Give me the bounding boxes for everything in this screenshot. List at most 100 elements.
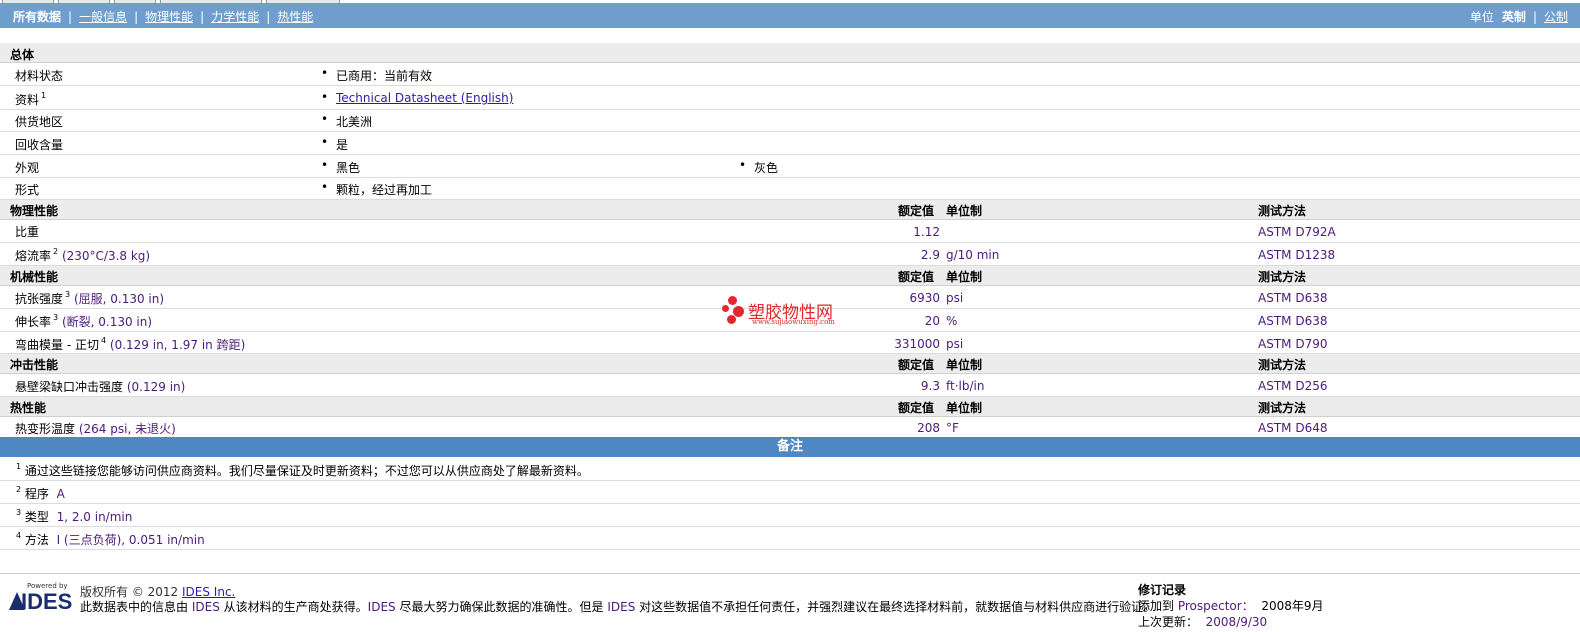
property-label: 比重 — [15, 225, 40, 239]
nav-bar: 所有数据 | 一般信息 | 物理性能 | 力学性能 | 热性能 单位 英制 | 公制 — [0, 3, 1580, 28]
property-value: 20 — [924, 314, 940, 328]
note-text: 4 方法 I (三点负荷), 0.051 in/min — [16, 531, 205, 547]
property-unit: % — [946, 314, 958, 328]
company-link[interactable]: IDES Inc. — [182, 585, 235, 599]
section-header-impact: 冲击性能 额定值 单位制 测试方法 — [0, 354, 1580, 374]
property-value: 1.12 — [913, 225, 940, 239]
footer: Powered by IDES 版权所有 © 2012 IDES Inc. 此数… — [0, 573, 1580, 632]
property-label: 熔流率 2 (230°C/3.8 kg) — [15, 247, 151, 263]
tab-physical[interactable]: 物理性能 — [145, 10, 193, 24]
property-value: 6930 — [909, 291, 940, 305]
section-title: 机械性能 — [10, 270, 59, 284]
row-label: 外观 — [15, 161, 40, 175]
bullet: • — [321, 135, 329, 149]
column-nominal: 额定值 — [898, 401, 935, 415]
tab-separator: | — [266, 10, 271, 24]
section-title: 物理性能 — [10, 204, 59, 218]
section-tabs: 所有数据 | 一般信息 | 物理性能 | 力学性能 | 热性能 — [13, 8, 313, 25]
footnote-ref: 3 — [53, 313, 59, 322]
property-label: 悬壁梁缺口冲击强度 (0.129 in) — [15, 380, 186, 394]
bullet: • — [321, 90, 329, 104]
note-text: 1 通过这些链接您能够访问供应商资料。我们尽量保证及时更新资料；不过您可以从供应… — [16, 462, 589, 478]
general-row: 资料 1 • Technical Datasheet (English) — [0, 86, 1580, 110]
column-method: 测试方法 — [1258, 204, 1307, 218]
column-nominal: 额定值 — [898, 204, 935, 218]
general-row: 回收含量 • 是 — [0, 132, 1580, 155]
note-text: 3 类型 1, 2.0 in/min — [16, 508, 133, 524]
watermark-dots-icon — [722, 296, 744, 326]
tab-all-data[interactable]: 所有数据 — [13, 10, 61, 24]
property-unit: psi — [946, 291, 964, 305]
property-row: 熔流率 2 (230°C/3.8 kg) 2.9 g/10 min ASTM D1… — [0, 243, 1580, 266]
property-row: 热变形温度 (264 psi, 未退火) 208 °F ASTM D648 — [0, 417, 1580, 438]
note-text: 2 程序 A — [16, 485, 65, 501]
column-unit: 单位制 — [946, 358, 983, 372]
column-unit: 单位制 — [946, 401, 983, 415]
property-row: 悬壁梁缺口冲击强度 (0.129 in) 9.3 ft·lb/in ASTM D… — [0, 374, 1580, 397]
row-value: 灰色 — [754, 161, 779, 175]
tab-separator: | — [68, 10, 73, 24]
test-method: ASTM D790 — [1258, 337, 1328, 351]
bullet: • — [321, 180, 329, 194]
bullet: • — [739, 158, 747, 172]
test-method: ASTM D1238 — [1258, 248, 1336, 262]
general-row: 形式 • 颗粒，经过再加工 — [0, 178, 1580, 200]
row-value: 北美洲 — [336, 115, 373, 129]
general-row: 供货地区 • 北美洲 — [0, 110, 1580, 132]
property-unit: psi — [946, 337, 964, 351]
property-label: 伸长率 3 (断裂, 0.130 in) — [15, 313, 153, 329]
bullet: • — [321, 66, 329, 80]
notes-header: 备注 — [0, 437, 1580, 457]
column-nominal: 额定值 — [898, 270, 935, 284]
footnote-ref: 3 — [65, 290, 71, 299]
property-row: 比重 1.12 ASTM D792A — [0, 220, 1580, 243]
row-value: 黑色 — [336, 161, 361, 175]
property-value: 208 — [917, 421, 940, 435]
property-unit: g/10 min — [946, 248, 1000, 262]
row-value: 是 — [336, 138, 349, 152]
row-label: 供货地区 — [15, 115, 64, 129]
note-row: 2 程序 A — [0, 481, 1580, 504]
test-method: ASTM D648 — [1258, 421, 1328, 435]
watermark-url: www.sujiaowuxing.com — [752, 318, 835, 326]
row-label: 形式 — [15, 183, 40, 197]
property-unit: ft·lb/in — [946, 379, 985, 393]
datasheet-link[interactable]: Technical Datasheet (English) — [336, 91, 513, 105]
property-label: 热变形温度 (264 psi, 未退火) — [15, 422, 176, 436]
section-title: 总体 — [10, 48, 35, 62]
column-unit: 单位制 — [946, 204, 983, 218]
bullet: • — [321, 158, 329, 172]
ides-logo[interactable]: Powered by IDES — [9, 582, 72, 618]
property-value: 331000 — [894, 337, 940, 351]
disclaimer: 此数据表中的信息由 IDES 从该材料的生产商处获得。IDES 尽最大努力确保此… — [80, 600, 1156, 614]
property-row: 弯曲模量 - 正切 4 (0.129 in, 1.97 in 跨距) 331000… — [0, 332, 1580, 354]
footnote-ref: 1 — [41, 91, 47, 100]
unit-metric[interactable]: 公制 — [1544, 10, 1568, 24]
section-header-mechanical: 机械性能 额定值 单位制 测试方法 — [0, 266, 1580, 286]
general-row: 外观 • 黑色 • 灰色 — [0, 155, 1580, 178]
general-row: 材料状态 • 已商用：当前有效 — [0, 63, 1580, 86]
test-method: ASTM D792A — [1258, 225, 1336, 239]
tab-separator: | — [134, 10, 139, 24]
property-label: 抗张强度 3 (屈服, 0.130 in) — [15, 290, 165, 306]
revision-added: 添加到 Prospector： 2008年9月 — [1138, 599, 1324, 613]
tab-thermal[interactable]: 热性能 — [277, 10, 313, 24]
tab-mechanical[interactable]: 力学性能 — [211, 10, 259, 24]
revision-title: 修订记录 — [1138, 583, 1187, 597]
section-header-thermal: 热性能 额定值 单位制 测试方法 — [0, 397, 1580, 417]
unit-imperial[interactable]: 英制 — [1502, 10, 1526, 24]
property-value: 9.3 — [920, 379, 940, 393]
section-header-physical: 物理性能 额定值 单位制 测试方法 — [0, 200, 1580, 220]
footnote-ref: 2 — [53, 247, 59, 256]
column-method: 测试方法 — [1258, 358, 1307, 372]
column-method: 测试方法 — [1258, 401, 1307, 415]
bullet: • — [321, 112, 329, 126]
row-label: 材料状态 — [15, 69, 64, 83]
property-label: 弯曲模量 - 正切 4 (0.129 in, 1.97 in 跨距) — [15, 336, 246, 352]
unit-separator: | — [1532, 10, 1537, 24]
tab-general-info[interactable]: 一般信息 — [79, 10, 127, 24]
column-unit: 单位制 — [946, 270, 983, 284]
property-unit: °F — [946, 421, 959, 435]
row-value: 已商用：当前有效 — [336, 69, 433, 83]
revision-updated: 上次更新： 2008/9/30 — [1138, 615, 1268, 629]
